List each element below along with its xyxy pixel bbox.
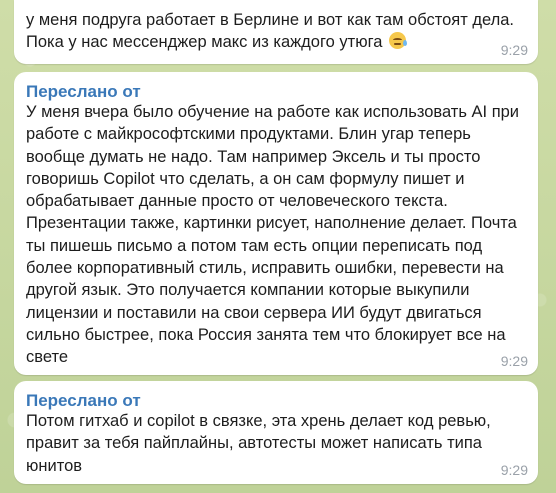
message-time: 9:29 xyxy=(500,42,528,58)
forwarded-from-link[interactable]: Переслано от xyxy=(26,81,141,103)
message-text: Потом гитхаб и copilot в связке, эта хре… xyxy=(26,412,491,475)
tear-shape xyxy=(403,40,407,47)
forwarded-message-bubble[interactable]: Переслано от Потом гитхаб и copilot в св… xyxy=(14,381,538,484)
message-bubble[interactable]: у меня подруга работает в Берлине и вот … xyxy=(14,0,538,64)
message-time: 9:29 xyxy=(500,462,528,478)
message-text: У меня вчера было обучение на работе как… xyxy=(26,103,520,367)
crying-face-icon xyxy=(389,32,407,50)
forwarded-from-link[interactable]: Переслано от xyxy=(26,390,141,412)
forwarded-message-bubble[interactable]: Переслано от У меня вчера было обучение … xyxy=(14,72,538,375)
message-time: 9:29 xyxy=(500,353,528,369)
chat-history[interactable]: у меня подруга работает в Берлине и вот … xyxy=(0,0,556,493)
message-text-wrap: у меня подруга работает в Берлине и вот … xyxy=(26,9,526,54)
message-text: у меня подруга работает в Берлине и вот … xyxy=(26,11,514,52)
